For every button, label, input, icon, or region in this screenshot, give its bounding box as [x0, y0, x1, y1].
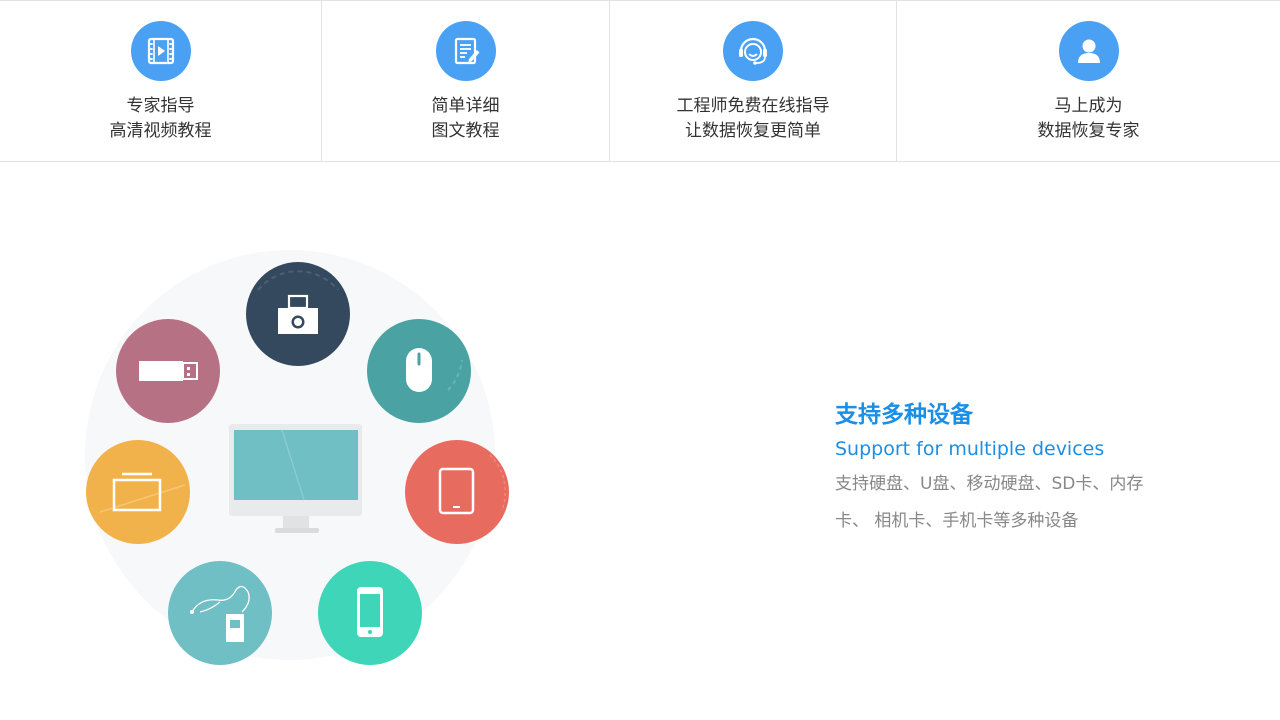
video-tutorial-icon [131, 21, 191, 81]
feature-video-tutorial[interactable]: 专家指导 高清视频教程 [0, 1, 321, 161]
feature-line-1: 专家指导 [110, 94, 212, 119]
customer-service-icon [723, 21, 783, 81]
mouse-icon [367, 319, 471, 423]
feature-line-2: 数据恢复专家 [1038, 119, 1140, 144]
feature-line-1: 工程师免费在线指导 [677, 94, 830, 119]
tablet-icon [405, 440, 509, 544]
music-player-icon [168, 561, 272, 665]
feature-text: 马上成为 数据恢复专家 [1038, 94, 1140, 144]
usb-drive-icon [116, 319, 220, 423]
feature-engineer-support[interactable]: 工程师免费在线指导 让数据恢复更简单 [609, 1, 896, 161]
feature-text: 工程师免费在线指导 让数据恢复更简单 [677, 94, 830, 144]
devices-description: 支持硬盘、U盘、移动硬盘、SD卡、内存卡、 相机卡、手机卡等多种设备 [835, 466, 1165, 540]
feature-line-1: 马上成为 [1038, 94, 1140, 119]
feature-graphic-tutorial[interactable]: 简单详细 图文教程 [321, 1, 609, 161]
phone-icon [318, 561, 422, 665]
devices-illustration [70, 250, 530, 680]
devices-info: 支持多种设备 Support for multiple devices 支持硬盘… [835, 398, 1175, 540]
card-reader-icon [86, 440, 190, 544]
user-icon [1059, 21, 1119, 81]
feature-become-expert[interactable]: 马上成为 数据恢复专家 [896, 1, 1280, 161]
camera-icon [246, 262, 350, 366]
feature-line-2: 让数据恢复更简单 [677, 119, 830, 144]
devices-subtitle: Support for multiple devices [835, 434, 1175, 464]
feature-line-1: 简单详细 [432, 94, 500, 119]
document-edit-icon [436, 21, 496, 81]
feature-line-2: 高清视频教程 [110, 119, 212, 144]
feature-text: 简单详细 图文教程 [432, 94, 500, 144]
feature-line-2: 图文教程 [432, 119, 500, 144]
feature-bar: 专家指导 高清视频教程 简单详细 图文教程 [0, 0, 1280, 162]
feature-text: 专家指导 高清视频教程 [110, 94, 212, 144]
devices-title: 支持多种设备 [835, 398, 1175, 432]
